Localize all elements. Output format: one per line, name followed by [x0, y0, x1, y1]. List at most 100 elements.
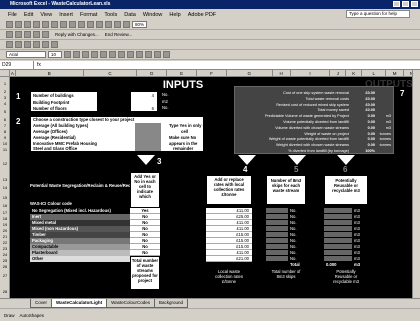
menu-help[interactable]: Help [169, 12, 180, 18]
vertical-scrollbar[interactable] [412, 70, 420, 298]
row-header[interactable]: 11 [0, 147, 10, 152]
tool-icon-6[interactable] [51, 41, 58, 48]
merge-icon[interactable] [118, 51, 125, 58]
align-left-icon[interactable] [91, 51, 98, 58]
menu-file[interactable]: File [8, 12, 17, 18]
paste-icon[interactable] [78, 21, 85, 28]
review-icon-4[interactable] [33, 31, 40, 38]
chart-icon[interactable] [123, 21, 130, 28]
currency-icon[interactable] [127, 51, 134, 58]
col-header-e[interactable]: E [167, 70, 198, 77]
worksheet-grid[interactable]: INPUTS OUTPUTS 1 Number of buildings Bui… [10, 77, 412, 298]
percent-icon[interactable] [136, 51, 143, 58]
redo-icon[interactable] [96, 21, 103, 28]
help-search-input[interactable]: Type a question for help [346, 10, 410, 18]
col-header-b[interactable]: B [15, 70, 84, 77]
tool-icon-2[interactable] [15, 41, 22, 48]
reply-with-changes-button[interactable]: Reply with Changes... [55, 32, 99, 37]
name-box[interactable]: D29 [0, 61, 34, 69]
row-header[interactable]: 6 [0, 117, 10, 122]
row-header[interactable]: 19 [0, 222, 10, 227]
font-select[interactable]: Arial [6, 51, 46, 58]
autoshapes-menu[interactable]: AutoShapes [20, 313, 45, 318]
formula-input[interactable] [48, 61, 420, 69]
col-header-k[interactable]: K [346, 70, 363, 77]
font-color-icon[interactable] [163, 51, 170, 58]
row-header[interactable]: 4 [0, 101, 10, 106]
menu-tools[interactable]: Tools [104, 12, 117, 18]
construction-type-input-column[interactable] [135, 123, 161, 151]
font-size-select[interactable]: 10 [48, 51, 62, 58]
underline-icon[interactable] [82, 51, 89, 58]
collection-rate-cell[interactable]: £21.00 [206, 256, 252, 262]
row-header[interactable]: 26 [0, 264, 10, 269]
menu-edit[interactable]: Edit [24, 12, 33, 18]
sum-icon[interactable] [105, 21, 112, 28]
row-header[interactable]: 8 [0, 129, 10, 134]
buildings-value[interactable]: 4 [152, 93, 154, 98]
row-header[interactable]: 16 [0, 203, 10, 208]
tab-waste-calculator-light[interactable]: WasteCalculatorLight [51, 299, 108, 308]
row-header[interactable]: 23 [0, 246, 10, 251]
row-header[interactable]: 7 [0, 123, 10, 128]
cut-icon[interactable] [60, 21, 67, 28]
row-header[interactable]: 25 [0, 258, 10, 263]
spell-icon[interactable] [51, 21, 58, 28]
row-header[interactable]: 17 [0, 210, 10, 215]
row-header[interactable]: 15 [0, 195, 10, 200]
menu-window[interactable]: Window [143, 12, 163, 18]
row-header[interactable]: 21 [0, 234, 10, 239]
row-header[interactable]: 28 [0, 289, 10, 294]
save-icon[interactable] [24, 21, 31, 28]
new-icon[interactable] [6, 21, 13, 28]
italic-icon[interactable] [73, 51, 80, 58]
review-icon-2[interactable] [15, 31, 22, 38]
menu-format[interactable]: Format [80, 12, 97, 18]
row-header[interactable]: 22 [0, 240, 10, 245]
review-icon-5[interactable] [42, 31, 49, 38]
floors-value[interactable]: 6 [152, 106, 154, 111]
tab-waste-colour-codes[interactable]: WasteColourCodes [106, 299, 155, 308]
menu-adobe-pdf[interactable]: Adobe PDF [188, 12, 216, 18]
minimize-button[interactable] [393, 1, 400, 7]
col-header-h[interactable]: H [272, 70, 291, 77]
tool-icon-5[interactable] [42, 41, 49, 48]
maximize-button[interactable] [402, 1, 409, 7]
col-header-l[interactable]: L [362, 70, 387, 77]
review-icon-3[interactable] [24, 31, 31, 38]
review-icon-1[interactable] [6, 31, 13, 38]
preview-icon[interactable] [42, 21, 49, 28]
undo-icon[interactable] [87, 21, 94, 28]
row-header[interactable]: 3 [0, 95, 10, 100]
row-header[interactable]: 12 [0, 161, 10, 166]
col-header-i[interactable]: I [290, 70, 331, 77]
col-header-g[interactable]: G [226, 70, 273, 77]
draw-menu[interactable]: Draw [4, 313, 15, 318]
open-icon[interactable] [15, 21, 22, 28]
row-header[interactable]: 27 [0, 273, 10, 278]
row-header[interactable]: 2 [0, 89, 10, 94]
col-header-j[interactable]: J [330, 70, 347, 77]
align-right-icon[interactable] [109, 51, 116, 58]
tool-icon-3[interactable] [24, 41, 31, 48]
tab-cover[interactable]: Cover [30, 299, 53, 308]
col-header-d[interactable]: D [137, 70, 168, 77]
row-header[interactable]: 1 [0, 81, 10, 86]
sort-icon[interactable] [114, 21, 121, 28]
row-header[interactable]: 14 [0, 185, 10, 190]
align-center-icon[interactable] [100, 51, 107, 58]
col-header-c[interactable]: C [83, 70, 138, 77]
bold-icon[interactable] [64, 51, 71, 58]
menu-data[interactable]: Data [124, 12, 136, 18]
row-header[interactable]: 18 [0, 216, 10, 221]
print-icon[interactable] [33, 21, 40, 28]
row-header[interactable]: 10 [0, 141, 10, 146]
tool-icon-1[interactable] [6, 41, 13, 48]
row-header[interactable]: 13 [0, 177, 10, 182]
zoom-select[interactable]: 80% [132, 21, 148, 28]
col-header-m[interactable]: M [386, 70, 405, 77]
row-header[interactable]: 9 [0, 135, 10, 140]
borders-icon[interactable] [145, 51, 152, 58]
menu-view[interactable]: View [40, 12, 52, 18]
tool-icon-4[interactable] [33, 41, 40, 48]
